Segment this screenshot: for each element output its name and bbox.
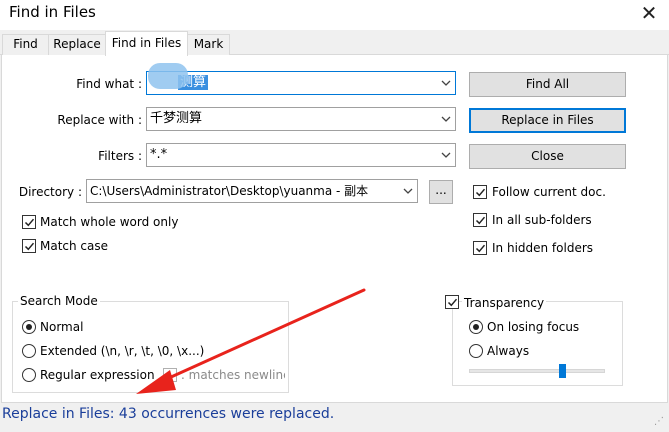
tab-find-in-files[interactable]: Find in Files [105, 31, 188, 56]
resize-grip-icon[interactable]: ⋰ [654, 416, 664, 427]
red-arrow-annotation [136, 288, 366, 394]
status-message: Replace in Files: 43 occurrences were re… [2, 406, 335, 422]
